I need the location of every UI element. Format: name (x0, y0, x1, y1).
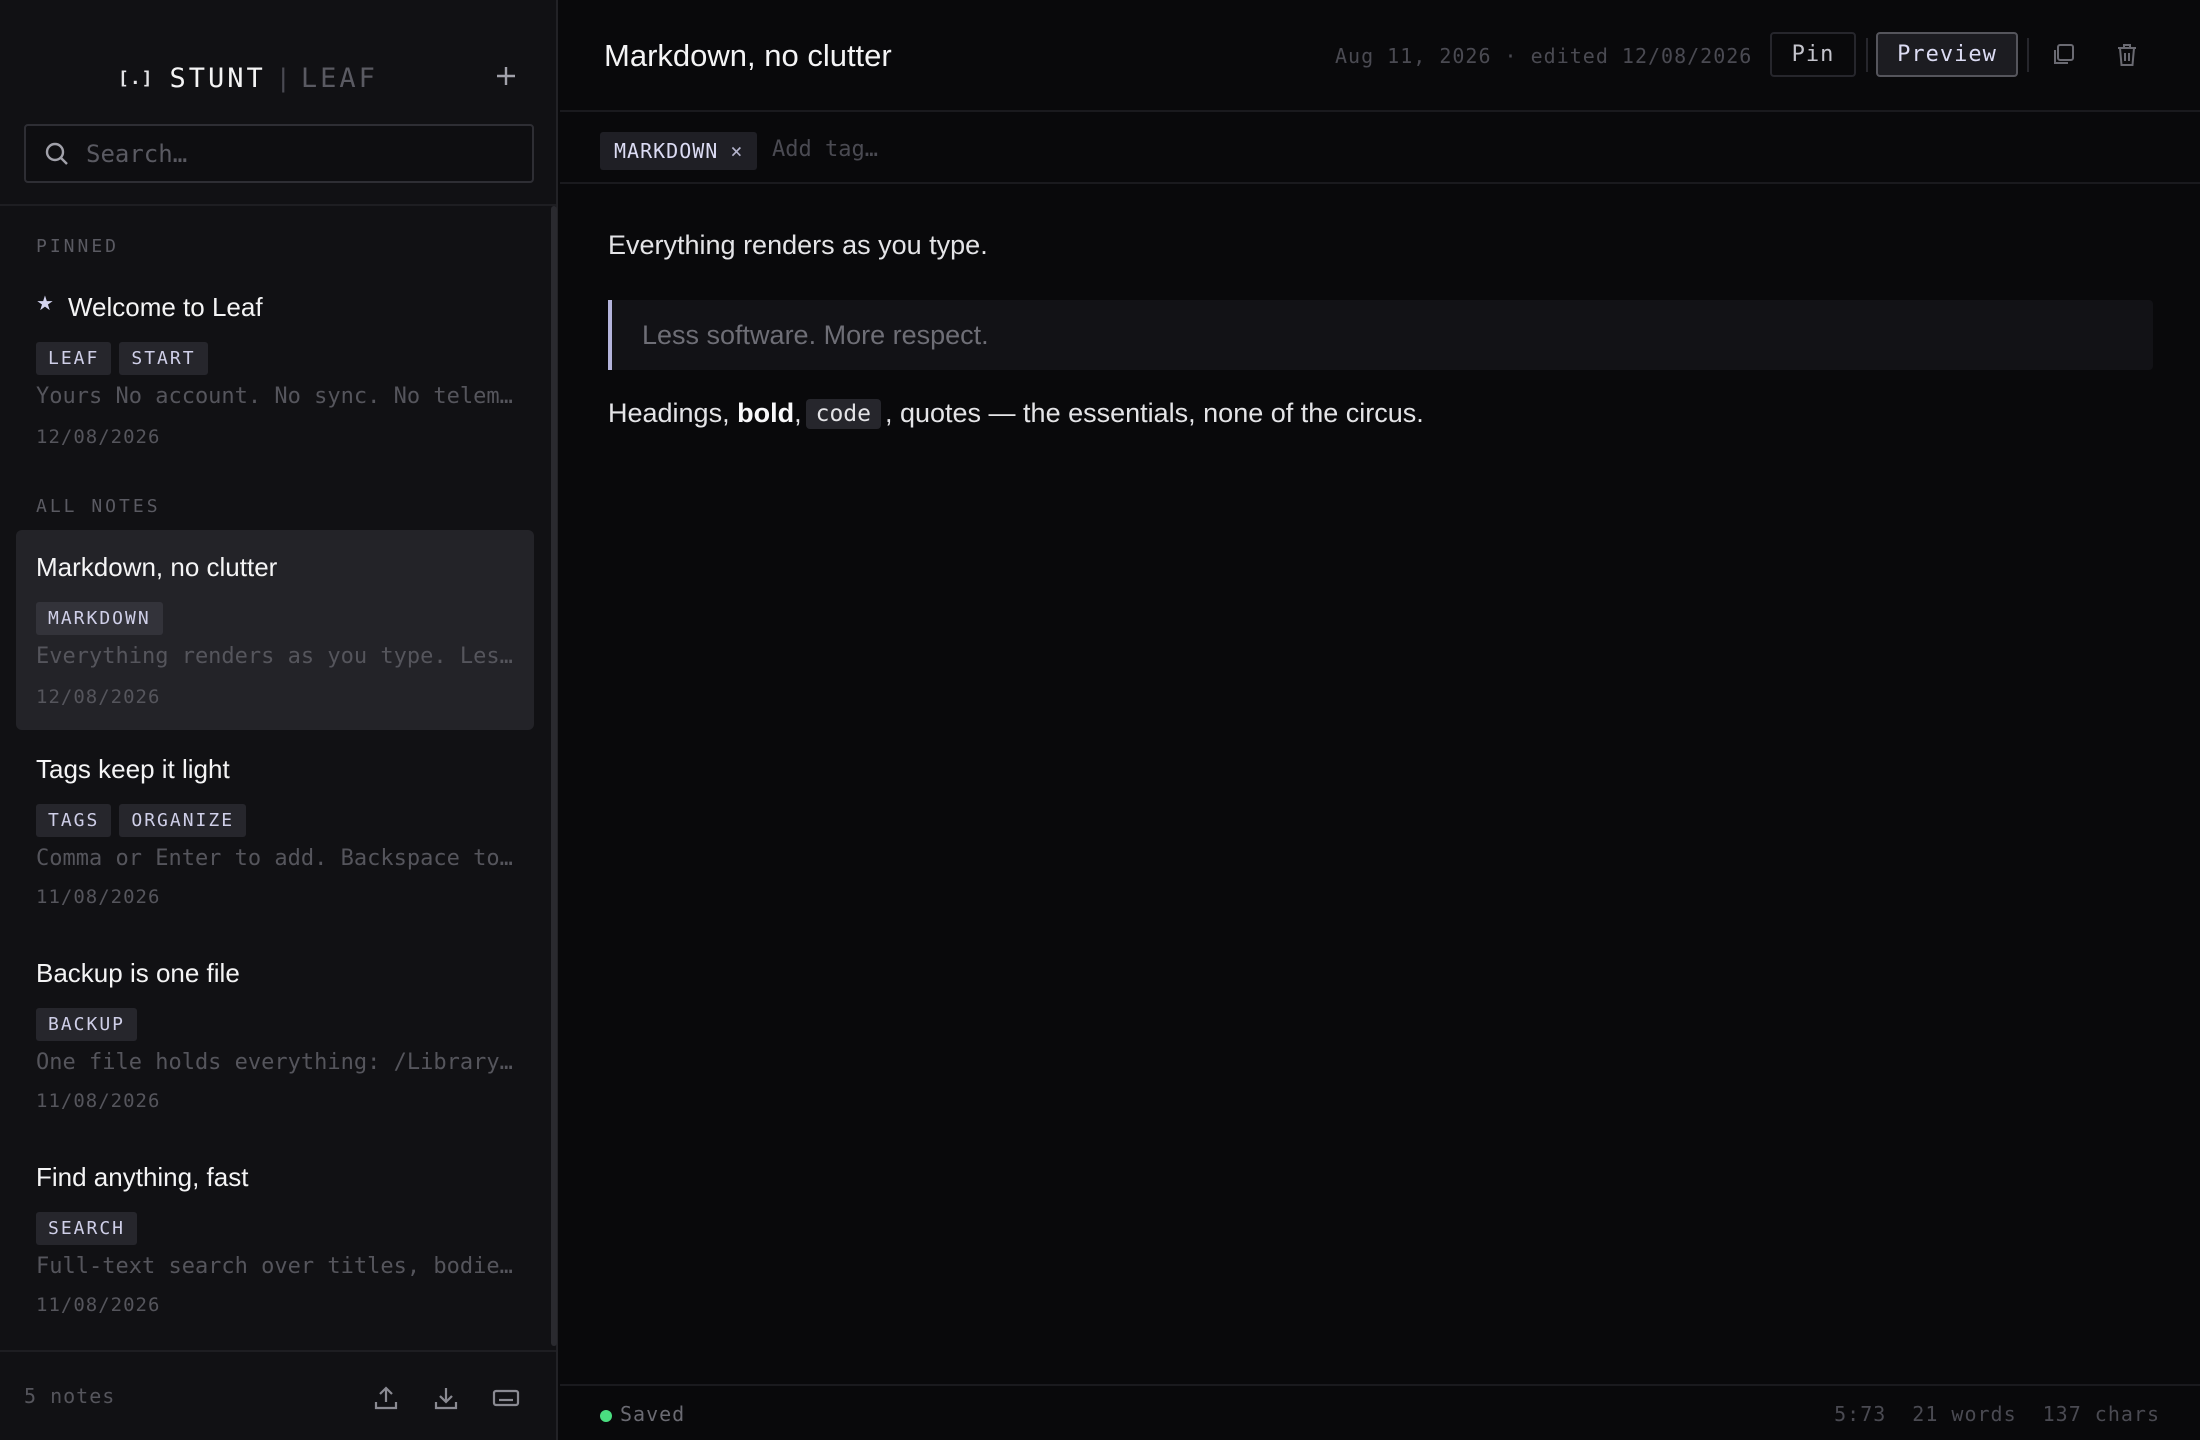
note-date: 11/08/2026 (36, 1294, 161, 1316)
note-item-welcome[interactable]: ★ Welcome to Leaf LEAF START Yours No acc… (16, 282, 534, 458)
tag-bar: MARKDOWN × (560, 112, 2200, 184)
note-date: 12/08/2026 (36, 686, 161, 708)
text-segment: , quotes — the essentials, none of the c… (884, 398, 1424, 428)
note-meta: Aug 11, 2026 · edited 12/08/2026 (1335, 44, 1753, 68)
tag-label: MARKDOWN (614, 139, 719, 163)
saved-status: Saved (620, 1402, 686, 1426)
note-item-markdown[interactable]: Markdown, no clutter MARKDOWN Everything… (16, 530, 534, 730)
note-title: Markdown, no clutter (36, 552, 278, 582)
editor-pane: Markdown, no clutter Aug 11, 2026 · edit… (560, 0, 2200, 1440)
note-tags: BACKUP (36, 1008, 138, 1041)
new-note-button[interactable] (490, 58, 522, 94)
saved-status-icon (600, 1410, 612, 1422)
text-segment: Headings, (608, 398, 738, 428)
brand-subtitle: LEAF (300, 62, 378, 94)
brand-logo: [.] STUNT | LEAF (118, 58, 378, 98)
note-tags: LEAF START (36, 342, 208, 375)
preview-button[interactable]: Preview (1876, 32, 2018, 77)
note-title: Backup is one file (36, 958, 240, 988)
note-title: ★ Welcome to Leaf (36, 292, 263, 322)
search-icon (45, 142, 68, 165)
keyboard-icon[interactable] (490, 1382, 522, 1414)
pin-button[interactable]: Pin (1770, 32, 1856, 77)
tag-chip: LEAF (36, 342, 112, 375)
tag-chip: MARKDOWN (36, 602, 163, 635)
note-item-backup[interactable]: Backup is one file BACKUP One file holds… (16, 946, 534, 1122)
duplicate-icon[interactable] (2046, 38, 2080, 72)
note-title: Tags keep it light (36, 754, 230, 784)
paragraph: Headings, bold , code , quotes — the ess… (608, 398, 1424, 429)
trash-icon[interactable] (2110, 38, 2144, 72)
editor-header: Markdown, no clutter Aug 11, 2026 · edit… (560, 0, 2200, 112)
note-tags: TAGS ORGANIZE (36, 804, 247, 837)
note-item-search[interactable]: Find anything, fast SEARCH Full-text sea… (16, 1150, 534, 1326)
star-icon: ★ (36, 293, 54, 315)
note-tags: MARKDOWN (36, 602, 163, 635)
status-bar: Saved 5:73 21 words 137 chars (560, 1384, 2200, 1440)
tag-chip: TAGS (36, 804, 112, 837)
tag-chip: BACKUP (36, 1008, 138, 1041)
inline-code: code (805, 398, 881, 429)
cursor-position: 5:73 (1834, 1402, 1887, 1426)
note-preview: One file holds everything: /Library/Leaf (36, 1050, 516, 1075)
note-title-heading[interactable]: Markdown, no clutter (604, 38, 892, 74)
close-icon[interactable]: × (730, 139, 743, 163)
tag-chip: ORGANIZE (119, 804, 247, 837)
note-date: 11/08/2026 (36, 1090, 161, 1112)
note-preview: Comma or Enter to add. Backspace to remo… (36, 846, 516, 871)
plus-icon (497, 67, 515, 85)
note-date: 11/08/2026 (36, 886, 161, 908)
brand-separator: | (279, 62, 287, 93)
note-item-tags[interactable]: Tags keep it light TAGS ORGANIZE Comma o… (16, 742, 534, 918)
paragraph: Everything renders as you type. (608, 230, 988, 260)
tag-chip: SEARCH (36, 1212, 138, 1245)
sidebar-scrollbar[interactable] (551, 206, 557, 1346)
add-tag-input[interactable] (772, 132, 1072, 166)
note-preview: Everything renders as you type. Less sof… (36, 644, 516, 669)
tag-chip-markdown: MARKDOWN × (600, 132, 758, 170)
search-box[interactable] (24, 124, 534, 183)
sidebar: [.] STUNT | LEAF PINNED ★Welcome to Leaf… (0, 0, 558, 1440)
header-divider (2027, 38, 2029, 72)
status-stats: 5:73 21 words 137 chars (1834, 1402, 2160, 1426)
note-title: Find anything, fast (36, 1162, 249, 1192)
section-pinned-label: PINNED (36, 236, 120, 257)
note-count: 5 notes (24, 1384, 116, 1408)
sidebar-divider (0, 204, 556, 206)
export-icon[interactable] (370, 1382, 402, 1414)
section-all-notes-label: ALL NOTES (36, 496, 161, 517)
note-tags: SEARCH (36, 1212, 138, 1245)
word-count: 21 words (1912, 1402, 2017, 1426)
char-count: 137 chars (2042, 1402, 2160, 1426)
note-preview: Yours No account. No sync. No telemetry. (36, 384, 516, 409)
bold-text: bold (737, 398, 795, 428)
import-icon[interactable] (430, 1382, 462, 1414)
sidebar-footer: 5 notes (0, 1350, 556, 1440)
header-divider (1866, 38, 1868, 72)
text-segment: , (794, 398, 802, 428)
tag-chip: START (119, 342, 208, 375)
brand-mark-icon: [.] (118, 67, 154, 89)
blockquote: Less software. More respect. (608, 300, 2153, 370)
brand-name: STUNT (169, 62, 266, 94)
note-date: 12/08/2026 (36, 426, 161, 448)
note-preview: Full-text search over titles, bodies and… (36, 1254, 516, 1279)
search-input[interactable] (70, 126, 532, 181)
